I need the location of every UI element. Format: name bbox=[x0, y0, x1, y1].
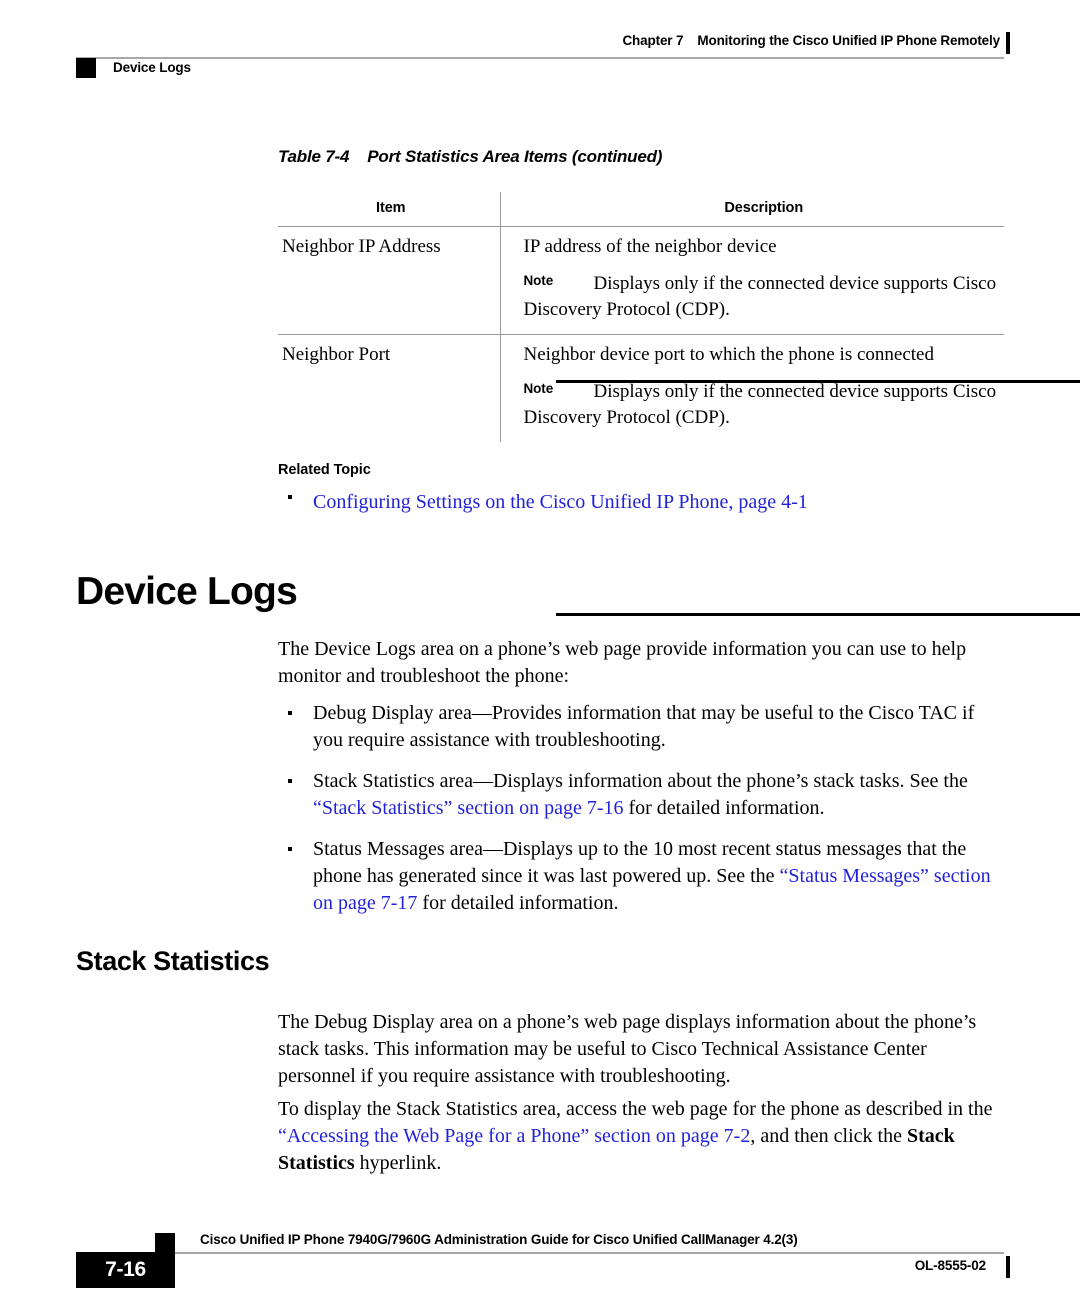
table-header-row: Item Description bbox=[278, 192, 1004, 227]
access-text-before: To display the Stack Statistics area, ac… bbox=[278, 1098, 993, 1120]
table-column-header-description-label: Description bbox=[724, 200, 804, 216]
table-note-text: Displays only if the connected device su… bbox=[523, 381, 997, 428]
table-cell-description: IP address of the neighbor device Note D… bbox=[499, 226, 1005, 335]
table-caption-title: Port Statistics Area Items (continued) bbox=[367, 147, 663, 166]
table-cell-item: Neighbor Port bbox=[278, 335, 500, 443]
footer-document-id: OL-8555-02 bbox=[914, 1258, 986, 1273]
list-item-text: Status Messages area—Displays up to the … bbox=[288, 836, 1004, 917]
footer-page-number: 7-16 bbox=[105, 1258, 146, 1281]
list-item: Debug Display area—Provides information … bbox=[288, 700, 1004, 754]
list-item-link[interactable]: “Stack Statistics” section on page 7-16 bbox=[313, 797, 623, 819]
footer-change-bar bbox=[1006, 1256, 1010, 1278]
device-logs-intro-paragraph: The Device Logs area on a phone’s web pa… bbox=[278, 638, 967, 687]
header-change-bar bbox=[1006, 32, 1010, 54]
table-cell-description-text: IP address of the neighbor device bbox=[523, 236, 777, 257]
access-text-after: hyperlink. bbox=[354, 1152, 442, 1174]
table-note-text: Displays only if the connected device su… bbox=[523, 273, 997, 320]
stack-statistics-access-paragraph: To display the Stack Statistics area, ac… bbox=[278, 1096, 1004, 1177]
table-column-header-item: Item bbox=[278, 192, 500, 227]
bullet-dot-icon bbox=[288, 779, 292, 783]
table-cell-description-text: Neighbor device port to which the phone … bbox=[523, 344, 935, 365]
list-item-text-after: for detailed information. bbox=[623, 797, 825, 819]
page-title-device-logs: Device Logs bbox=[76, 570, 298, 613]
device-logs-bullet-list: Debug Display area—Provides information … bbox=[288, 700, 1004, 931]
header-chapter-title: Monitoring the Cisco Unified IP Phone Re… bbox=[697, 33, 1000, 48]
table-cell-item: Neighbor IP Address bbox=[278, 226, 500, 335]
section-title-stack-statistics: Stack Statistics bbox=[76, 946, 270, 976]
table-cell-item-text: Neighbor IP Address bbox=[282, 236, 441, 257]
list-item-text: Debug Display area—Provides information … bbox=[288, 700, 1004, 754]
table-column-header-item-label: Item bbox=[376, 200, 406, 216]
list-item-text-after: for detailed information. bbox=[417, 892, 619, 914]
table-head: Item Description bbox=[278, 192, 1004, 227]
bullet-dot-icon bbox=[288, 847, 292, 851]
table-note-label: Note bbox=[523, 381, 554, 396]
footer-document-title: Cisco Unified IP Phone 7940G/7960G Admin… bbox=[200, 1232, 798, 1247]
table-note-label: Note bbox=[523, 273, 554, 288]
port-statistics-table: Item Description Neighbor IP Address IP … bbox=[278, 192, 1004, 442]
related-topic-link[interactable]: Configuring Settings on the Cisco Unifie… bbox=[288, 489, 1008, 516]
table-bottom-rule bbox=[556, 613, 1080, 616]
access-text-mid: , and then click the bbox=[750, 1125, 907, 1147]
list-item-text-before: Stack Statistics area—Displays informati… bbox=[313, 770, 968, 792]
header-section-name: Device Logs bbox=[113, 60, 191, 75]
list-item-text-before: Debug Display area—Provides information … bbox=[313, 702, 975, 751]
table-body: Neighbor IP Address IP address of the ne… bbox=[278, 226, 1005, 443]
footer-rule bbox=[175, 1252, 1004, 1254]
stack-statistics-intro-paragraph: The Debug Display area on a phone’s web … bbox=[278, 1011, 977, 1087]
table-note: Note Displays only if the connected devi… bbox=[501, 271, 1005, 323]
table-cell-description: Neighbor device port to which the phone … bbox=[499, 334, 1005, 442]
table-row: Neighbor Port Neighbor device port to wh… bbox=[278, 334, 1005, 443]
table-note: Note Displays only if the connected devi… bbox=[501, 379, 1005, 431]
list-item: Stack Statistics area—Displays informati… bbox=[288, 768, 1004, 822]
table-caption-number: Table 7-4 bbox=[278, 147, 350, 166]
bullet-dot-icon bbox=[288, 495, 292, 499]
table-caption: Table 7-4 Port Statistics Area Items (con… bbox=[278, 147, 662, 167]
access-link[interactable]: “Accessing the Web Page for a Phone” sec… bbox=[278, 1125, 750, 1147]
bullet-dot-icon bbox=[288, 711, 292, 715]
footer-square-marker-icon bbox=[155, 1233, 175, 1253]
table-cell-item-text: Neighbor Port bbox=[282, 344, 391, 365]
related-topic-list-item: Configuring Settings on the Cisco Unifie… bbox=[288, 489, 1008, 516]
table-column-header-description: Description bbox=[499, 192, 1004, 227]
header-chapter-number: Chapter 7 bbox=[622, 33, 684, 48]
header-rule bbox=[76, 57, 1004, 59]
header-chapter-line: Chapter 7 Monitoring the Cisco Unified IP… bbox=[140, 33, 1000, 48]
list-item: Status Messages area—Displays up to the … bbox=[288, 836, 1004, 917]
list-item-text: Stack Statistics area—Displays informati… bbox=[288, 768, 1004, 822]
related-topic-heading: Related Topic bbox=[278, 462, 371, 478]
table-row: Neighbor IP Address IP address of the ne… bbox=[278, 226, 1005, 335]
page-header: Chapter 7 Monitoring the Cisco Unified IP… bbox=[0, 0, 1080, 100]
header-square-marker-icon bbox=[76, 58, 96, 78]
